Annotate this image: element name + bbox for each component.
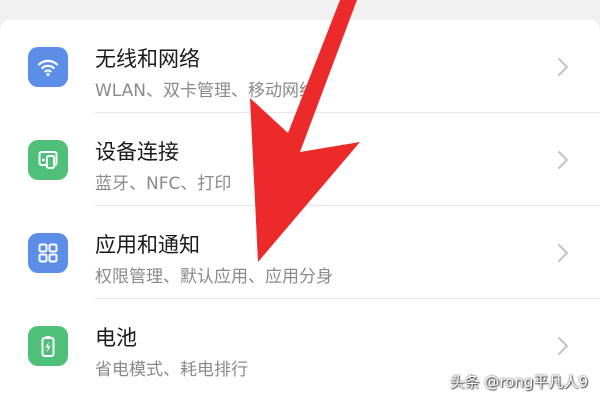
settings-item-title: 电池 (95, 326, 137, 350)
settings-item-subtitle: 蓝牙、NFC、打印 (95, 174, 232, 194)
wifi-icon (28, 47, 68, 87)
device-connection-icon (28, 140, 68, 180)
settings-screen: 无线和网络 WLAN、双卡管理、移动网络 设备连接 蓝牙、NFC、打印 应用和通… (0, 0, 600, 400)
chevron-right-icon (558, 58, 568, 76)
settings-item-title: 无线和网络 (95, 47, 200, 71)
settings-item-apps-notifications[interactable]: 应用和通知 权限管理、默认应用、应用分身 (0, 206, 600, 299)
settings-list: 无线和网络 WLAN、双卡管理、移动网络 设备连接 蓝牙、NFC、打印 应用和通… (0, 20, 600, 400)
battery-icon (28, 326, 68, 366)
settings-item-device-connection[interactable]: 设备连接 蓝牙、NFC、打印 (0, 113, 600, 206)
settings-item-subtitle: 省电模式、耗电排行 (95, 360, 248, 380)
watermark: 头条 @rong平凡人9 (449, 373, 588, 391)
settings-item-subtitle: WLAN、双卡管理、移动网络 (95, 81, 317, 101)
chevron-right-icon (558, 244, 568, 262)
settings-item-title: 应用和通知 (95, 233, 200, 257)
chevron-right-icon (558, 337, 568, 355)
apps-grid-icon (28, 233, 68, 273)
chevron-right-icon (558, 151, 568, 169)
settings-item-title: 设备连接 (95, 140, 179, 164)
settings-item-subtitle: 权限管理、默认应用、应用分身 (95, 267, 333, 287)
settings-item-wireless-network[interactable]: 无线和网络 WLAN、双卡管理、移动网络 (0, 20, 600, 113)
